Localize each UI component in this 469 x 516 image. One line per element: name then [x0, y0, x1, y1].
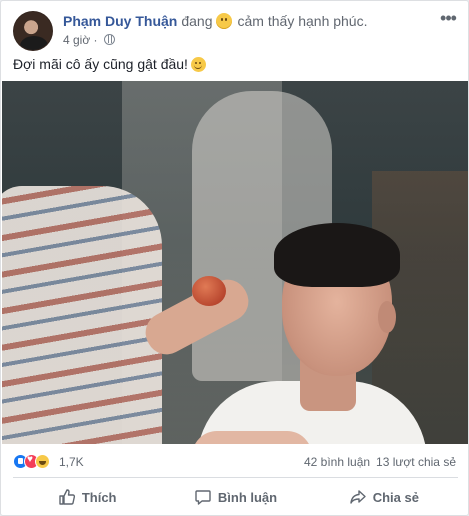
post-meta: 4 giờ ·	[63, 33, 115, 47]
feed-post: Phạm Duy Thuận đang cảm thấy hạnh phúc. 4 …	[0, 0, 469, 516]
post-text: Đợi mãi cô ấy cũng gật đầu!	[13, 56, 206, 72]
comment-count-link[interactable]: 42 bình luận	[304, 455, 370, 469]
share-button[interactable]: Chia sẻ	[310, 481, 458, 513]
photo-apple	[192, 276, 226, 306]
divider	[13, 477, 458, 478]
photo-hand	[192, 431, 312, 444]
like-button-label: Thích	[81, 489, 117, 505]
share-count-link[interactable]: 13 lượt chia sẻ	[376, 455, 456, 469]
comment-button[interactable]: Bình luận	[161, 481, 309, 513]
reactions-bar: 1,7K 42 bình luận 13 lượt chia sẻ	[13, 453, 458, 471]
globe-icon[interactable]	[103, 34, 115, 45]
feeling-verb: đang	[181, 13, 213, 29]
photo-hair	[274, 223, 400, 287]
smile-emoji-icon	[190, 57, 206, 72]
feeling-text: cảm thấy hạnh phúc.	[237, 13, 368, 29]
thumbs-up-icon	[59, 489, 75, 505]
post-title-line: Phạm Duy Thuận đang cảm thấy hạnh phúc.	[63, 13, 368, 29]
share-button-label: Chia sẻ	[372, 489, 419, 505]
post-timestamp[interactable]: 4 giờ	[63, 33, 90, 47]
reaction-count[interactable]: 1,7K	[59, 455, 84, 469]
share-arrow-icon	[349, 490, 366, 504]
comment-icon	[195, 490, 211, 505]
engagement-counts: 42 bình luận 13 lượt chia sẻ	[298, 455, 456, 469]
author-name-link[interactable]: Phạm Duy Thuận	[63, 13, 177, 29]
post-actions: Thích Bình luận Chia sẻ	[13, 481, 458, 513]
post-photo[interactable]	[2, 81, 468, 444]
more-options-icon[interactable]: •••	[438, 9, 458, 31]
like-button[interactable]: Thích	[13, 481, 161, 513]
reaction-icons[interactable]	[13, 454, 50, 470]
slightly-smiling-face-icon	[215, 13, 232, 29]
author-avatar[interactable]	[13, 11, 53, 51]
photo-striped-shirt	[2, 186, 162, 444]
post-header: Phạm Duy Thuận đang cảm thấy hạnh phúc. 4 …	[13, 9, 458, 51]
haha-icon	[35, 454, 50, 469]
photo-ear	[378, 301, 396, 333]
post-status-text: Đợi mãi cô ấy cũng gật đầu!	[13, 56, 188, 72]
comment-button-label: Bình luận	[217, 489, 278, 505]
